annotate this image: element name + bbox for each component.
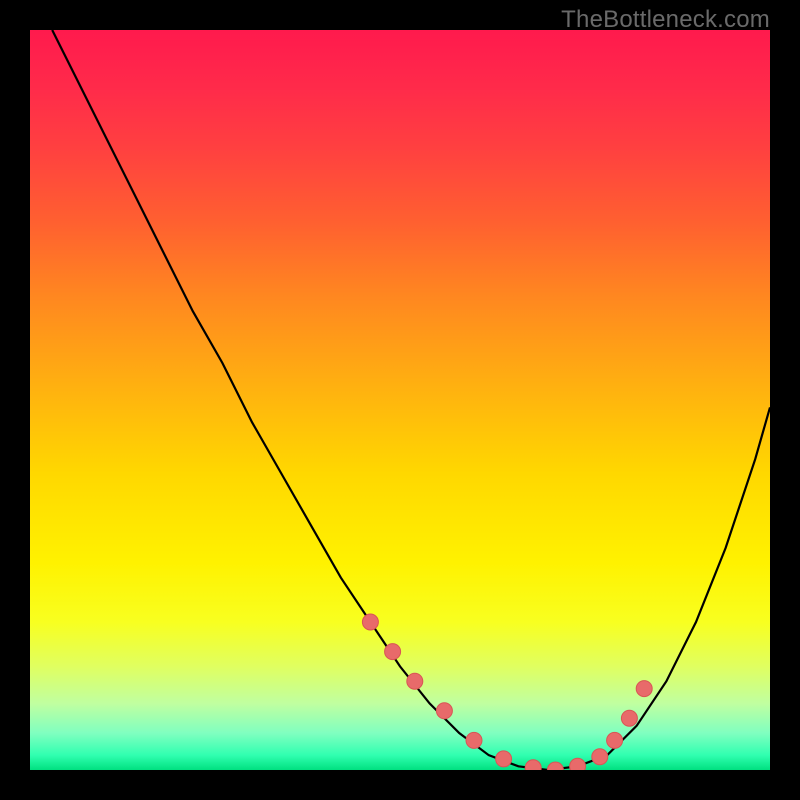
chart-svg: [30, 30, 770, 770]
chart-frame: TheBottleneck.com: [0, 0, 800, 800]
bottleneck-curve: [52, 30, 770, 770]
data-marker: [525, 760, 541, 770]
data-marker: [621, 710, 637, 726]
marker-layer: [362, 614, 652, 770]
data-marker: [592, 749, 608, 765]
data-marker: [466, 732, 482, 748]
data-marker: [385, 644, 401, 660]
data-marker: [570, 758, 586, 770]
watermark-text: TheBottleneck.com: [561, 6, 770, 34]
data-marker: [547, 762, 563, 770]
data-marker: [636, 681, 652, 697]
curve-layer: [52, 30, 770, 770]
data-marker: [607, 732, 623, 748]
data-marker: [362, 614, 378, 630]
data-marker: [496, 751, 512, 767]
data-marker: [407, 673, 423, 689]
plot-area: [30, 30, 770, 770]
data-marker: [436, 703, 452, 719]
